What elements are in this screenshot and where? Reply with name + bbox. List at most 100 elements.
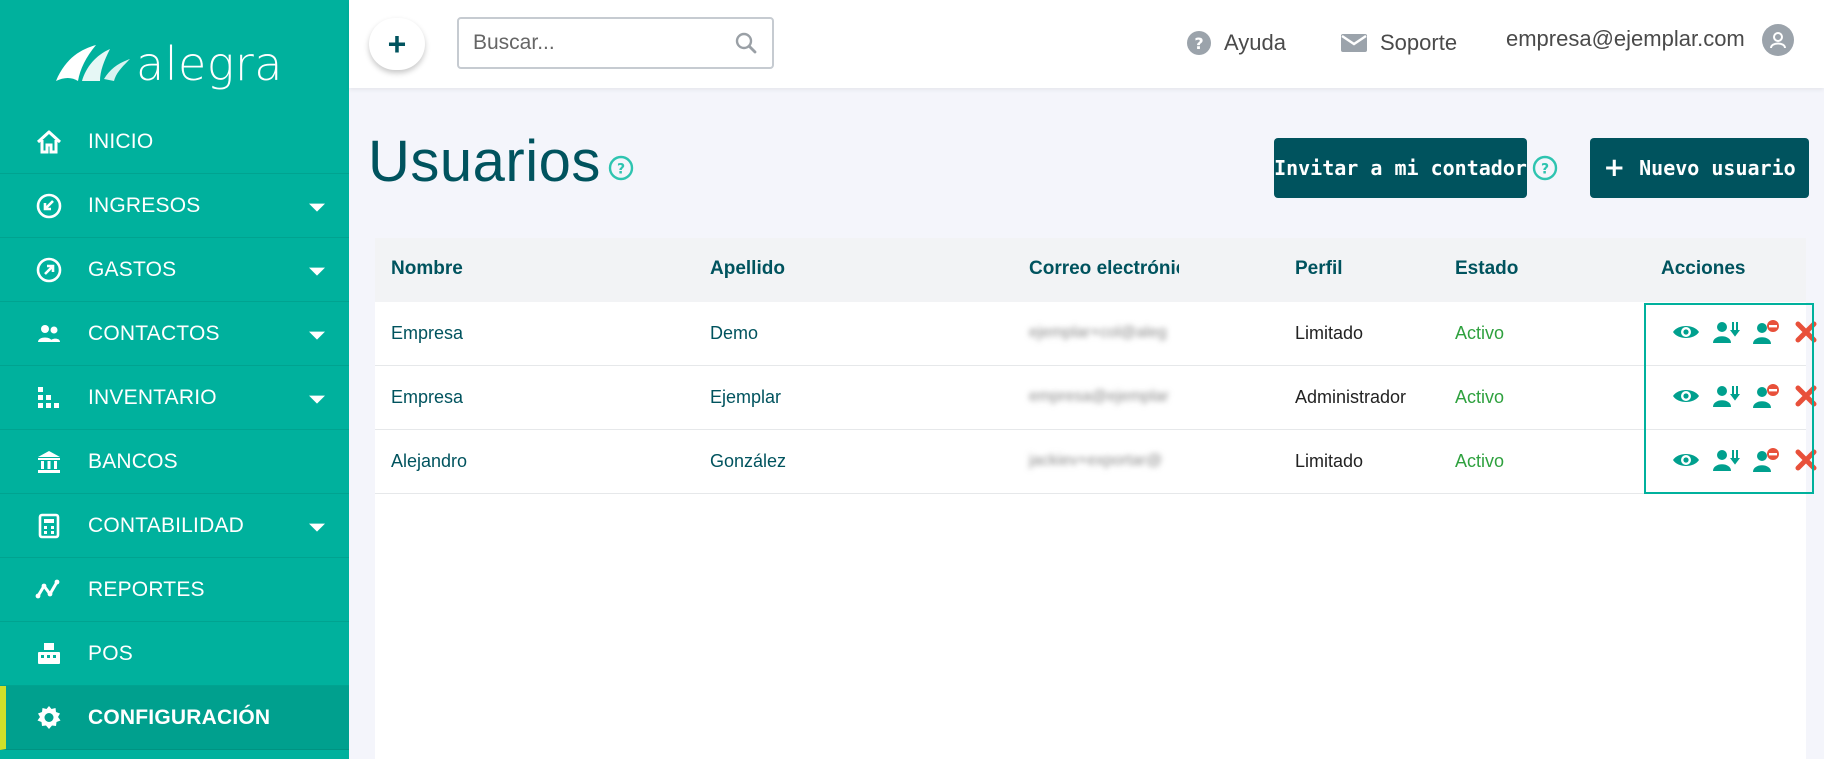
- inventory-icon: [34, 383, 64, 413]
- view-eye-icon[interactable]: [1670, 444, 1702, 476]
- user-email[interactable]: empresa@ejemplar.com: [1506, 26, 1745, 52]
- sidebar-item-label: CONTACTOS: [88, 321, 220, 345]
- alegra-logo[interactable]: alegra: [52, 34, 283, 94]
- table-row: Alejandro González jackiev+exportar@ Lim…: [375, 430, 1817, 494]
- search-input[interactable]: [473, 19, 723, 67]
- sidebar-item-ingresos[interactable]: INGRESOS: [0, 174, 349, 238]
- sidebar-item-inicio[interactable]: INICIO: [0, 110, 349, 174]
- deactivate-user-icon[interactable]: [1750, 444, 1782, 476]
- cell-status: Activo: [1455, 451, 1505, 471]
- chevron-down-icon: [309, 523, 325, 532]
- expense-arrow-icon: [34, 255, 64, 285]
- help-circle-icon[interactable]: ?: [1532, 155, 1558, 186]
- bank-icon: [34, 447, 64, 477]
- chevron-down-icon: [309, 267, 325, 276]
- search-box: [457, 17, 774, 69]
- support-link[interactable]: Soporte: [1340, 24, 1457, 62]
- sidebar: alegra INICIO INGRESOS GASTOS CONTACTOS …: [0, 0, 349, 759]
- sidebar-item-label: CONTABILIDAD: [88, 513, 245, 537]
- sidebar-nav: INICIO INGRESOS GASTOS CONTACTOS INVENTA…: [0, 110, 349, 750]
- view-eye-icon[interactable]: [1670, 380, 1702, 412]
- delete-x-icon[interactable]: [1790, 444, 1822, 476]
- delete-x-icon[interactable]: [1790, 316, 1822, 348]
- cell-lastname: Ejemplar: [710, 387, 782, 407]
- cell-name: Empresa: [391, 323, 464, 343]
- user-icon: [1770, 32, 1786, 49]
- chevron-down-icon: [309, 203, 325, 212]
- pos-icon: [34, 639, 64, 669]
- sidebar-item-label: INGRESOS: [88, 193, 201, 217]
- cell-profile: Limitado: [1295, 451, 1364, 471]
- home-icon: [34, 127, 64, 157]
- help-circle-icon: ?: [1187, 31, 1211, 55]
- sidebar-item-bancos[interactable]: BANCOS: [0, 430, 349, 494]
- cell-email: empresa@ejemplar: [1029, 388, 1169, 405]
- cell-name: Empresa: [391, 387, 464, 407]
- deactivate-user-icon[interactable]: [1750, 316, 1782, 348]
- new-user-button[interactable]: + Nuevo usuario: [1590, 138, 1809, 198]
- sidebar-item-reportes[interactable]: REPORTES: [0, 558, 349, 622]
- sidebar-item-label: GASTOS: [88, 257, 177, 281]
- support-label: Soporte: [1380, 30, 1458, 55]
- cell-profile: Administrador: [1295, 387, 1407, 407]
- cell-status: Activo: [1455, 323, 1505, 343]
- column-header-name[interactable]: Nombre: [391, 258, 463, 280]
- envelope-icon: [1341, 34, 1367, 52]
- invite-accountant-button[interactable]: Invitar a mi contador: [1274, 138, 1527, 198]
- table-row: Empresa Demo ejemplar+col@aleg Limitado …: [375, 302, 1817, 366]
- delete-x-icon[interactable]: [1790, 380, 1822, 412]
- svg-text:?: ?: [1194, 34, 1203, 53]
- cell-email: ejemplar+col@aleg: [1029, 324, 1167, 341]
- quick-add-button[interactable]: +: [369, 18, 425, 70]
- column-header-lastname[interactable]: Apellido: [710, 258, 785, 280]
- gear-icon: [34, 703, 64, 733]
- column-header-email[interactable]: Correo electrónico: [1029, 258, 1179, 280]
- sidebar-item-gastos[interactable]: GASTOS: [0, 238, 349, 302]
- row-actions: [1670, 380, 1822, 412]
- row-actions: [1670, 316, 1822, 348]
- edit-user-icon[interactable]: [1710, 316, 1742, 348]
- cell-name: Alejandro: [391, 451, 468, 471]
- page-title: Usuarios: [368, 129, 601, 194]
- sidebar-item-contabilidad[interactable]: CONTABILIDAD: [0, 494, 349, 558]
- cell-lastname: González: [710, 451, 787, 471]
- help-label: Ayuda: [1224, 30, 1286, 55]
- avatar[interactable]: [1762, 24, 1794, 56]
- column-header-profile[interactable]: Perfil: [1295, 258, 1343, 280]
- reports-icon: [34, 575, 64, 605]
- help-link[interactable]: ? Ayuda: [1186, 24, 1286, 62]
- chevron-down-icon: [309, 331, 325, 340]
- accounting-icon: [34, 511, 64, 541]
- sidebar-item-label: INVENTARIO: [88, 385, 217, 409]
- cell-lastname: Demo: [710, 323, 759, 343]
- chevron-down-icon: [309, 395, 325, 404]
- svg-text:?: ?: [1541, 162, 1549, 178]
- topbar: + ? Ayuda Soporte empresa@ejemplar.com: [349, 0, 1824, 88]
- column-header-actions: Acciones: [1661, 258, 1746, 279]
- income-arrow-icon: [34, 191, 64, 221]
- deactivate-user-icon[interactable]: [1750, 380, 1782, 412]
- sidebar-item-configuracion[interactable]: CONFIGURACIÓN: [0, 686, 349, 750]
- sidebar-item-label: CONFIGURACIÓN: [88, 705, 271, 729]
- view-eye-icon[interactable]: [1670, 316, 1702, 348]
- sidebar-item-inventario[interactable]: INVENTARIO: [0, 366, 349, 430]
- sidebar-item-label: INICIO: [88, 129, 154, 153]
- plus-icon: +: [1603, 153, 1626, 183]
- sidebar-item-contactos[interactable]: CONTACTOS: [0, 302, 349, 366]
- cell-profile: Limitado: [1295, 323, 1364, 343]
- cell-email: jackiev+exportar@: [1029, 452, 1163, 469]
- sidebar-item-pos[interactable]: POS: [0, 622, 349, 686]
- help-circle-icon[interactable]: ?: [608, 155, 634, 186]
- edit-user-icon[interactable]: [1710, 444, 1742, 476]
- sidebar-item-label: REPORTES: [88, 577, 205, 601]
- new-user-label: Nuevo usuario: [1639, 156, 1796, 180]
- search-icon[interactable]: [734, 31, 758, 60]
- sidebar-item-label: POS: [88, 641, 133, 665]
- table-header: Nombre Apellido Correo electrónico Perfi…: [375, 238, 1806, 302]
- alegra-leaf-icon: [56, 45, 130, 81]
- column-header-status[interactable]: Estado: [1455, 258, 1518, 280]
- contacts-icon: [34, 319, 64, 349]
- users-table: Nombre Apellido Correo electrónico Perfi…: [375, 238, 1817, 759]
- edit-user-icon[interactable]: [1710, 380, 1742, 412]
- brand-name: alegra: [136, 37, 283, 91]
